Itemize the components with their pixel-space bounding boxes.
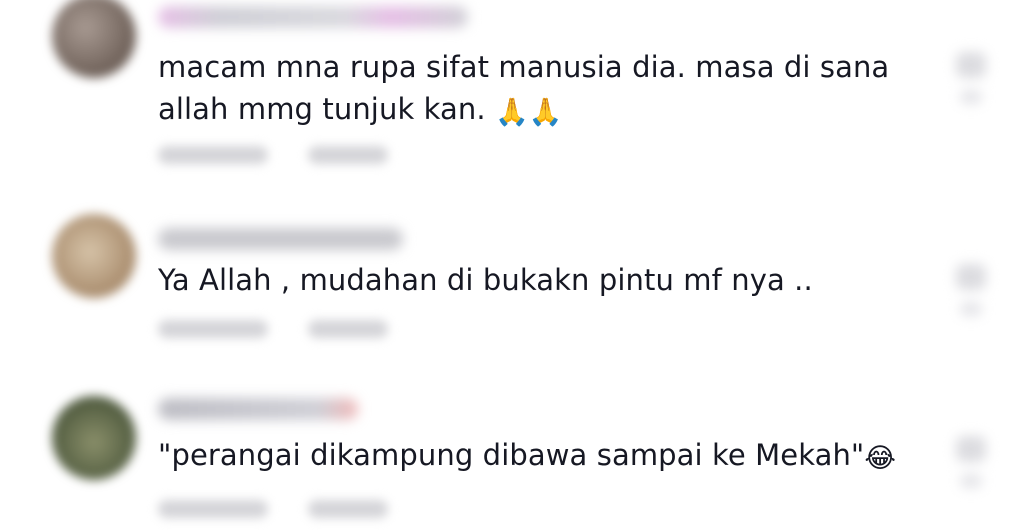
comment-text-content: "perangai dikampung dibawa sampai ke Mek… bbox=[158, 438, 865, 472]
like-control-redacted[interactable] bbox=[948, 436, 994, 496]
heart-icon[interactable] bbox=[956, 52, 986, 78]
comment-username-redacted[interactable] bbox=[158, 228, 403, 250]
comment-username-redacted[interactable] bbox=[158, 6, 468, 28]
like-control-redacted[interactable] bbox=[948, 264, 994, 324]
heart-icon[interactable] bbox=[956, 436, 986, 462]
comment-meta-redacted bbox=[158, 146, 388, 168]
comment-text: Ya Allah , mudahan di bukakn pintu mf ny… bbox=[158, 259, 813, 301]
comment-username-redacted[interactable] bbox=[158, 398, 358, 420]
comment-timestamp-redacted bbox=[158, 320, 268, 338]
comment-meta-redacted bbox=[158, 500, 388, 522]
avatar[interactable] bbox=[52, 396, 136, 480]
comment-timestamp-redacted bbox=[158, 500, 268, 518]
comment-text-content: Ya Allah , mudahan di bukakn pintu mf ny… bbox=[158, 263, 813, 297]
like-count-redacted bbox=[960, 302, 982, 316]
like-count-redacted bbox=[960, 90, 982, 104]
comment-text: "perangai dikampung dibawa sampai ke Mek… bbox=[158, 434, 896, 476]
comment-text: macam mna rupa sifat manusia dia. masa d… bbox=[158, 46, 889, 130]
heart-icon[interactable] bbox=[956, 264, 986, 290]
folded-hands-icon: 🙏🙏 bbox=[495, 97, 563, 128]
comment-meta-redacted bbox=[158, 320, 388, 342]
like-count-redacted bbox=[960, 474, 982, 488]
like-control-redacted[interactable] bbox=[948, 52, 994, 112]
face-with-tears-of-joy-icon: 😂 bbox=[864, 443, 897, 474]
reply-button-redacted[interactable] bbox=[308, 320, 388, 338]
avatar[interactable] bbox=[52, 214, 136, 298]
reply-button-redacted[interactable] bbox=[308, 500, 388, 518]
comment-timestamp-redacted bbox=[158, 146, 268, 164]
reply-button-redacted[interactable] bbox=[308, 146, 388, 164]
